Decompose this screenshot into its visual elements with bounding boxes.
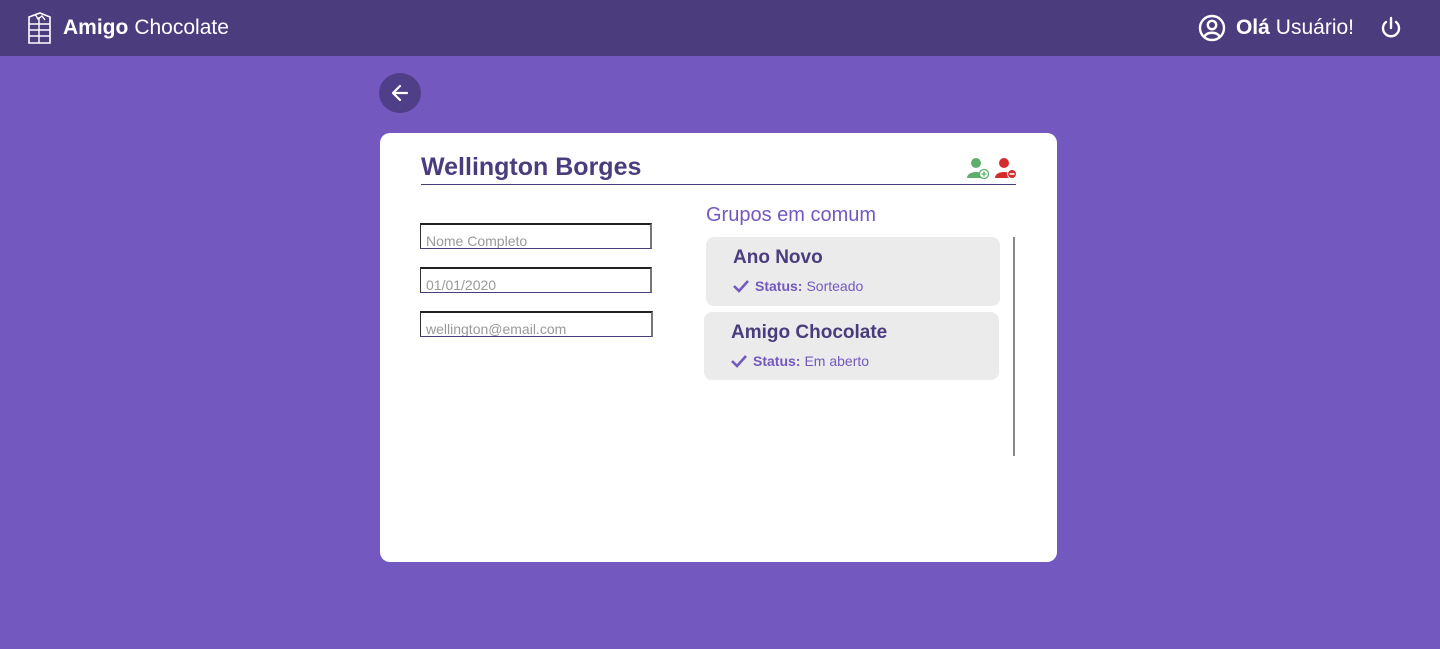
brand-bold: Amigo xyxy=(63,16,129,39)
group-card-amigo-chocolate[interactable]: Amigo Chocolate Status: Em aberto xyxy=(704,312,999,380)
chocolate-bar-icon xyxy=(28,12,51,44)
groups-list[interactable]: Ano Novo Status: Sorteado Amigo Chocolat… xyxy=(704,237,1015,456)
birthdate-field[interactable] xyxy=(420,267,652,293)
status-label: Status: xyxy=(755,278,803,294)
top-bar: Amigo Chocolate Olá Usuário! xyxy=(0,0,1440,56)
status-value: Sorteado xyxy=(806,278,864,294)
greeting-name: Usuário! xyxy=(1275,16,1354,39)
full-name-field[interactable] xyxy=(420,223,652,249)
group-status: Status: Em aberto xyxy=(731,353,869,369)
user-greeting[interactable]: Olá Usuário! xyxy=(1198,12,1354,44)
check-icon xyxy=(731,355,747,368)
user-circle-icon xyxy=(1198,14,1226,42)
profile-header: Wellington Borges xyxy=(421,151,1017,185)
profile-name: Wellington Borges xyxy=(421,153,642,181)
group-name: Ano Novo xyxy=(733,247,823,268)
check-icon xyxy=(733,280,749,293)
status-value: Em aberto xyxy=(804,353,870,369)
email-field[interactable] xyxy=(420,311,653,337)
remove-friend-icon[interactable] xyxy=(995,157,1017,179)
profile-card: Wellington Borges Grupos em comum Ano No… xyxy=(380,133,1057,562)
power-icon[interactable] xyxy=(1380,16,1402,40)
group-status: Status: Sorteado xyxy=(733,278,863,294)
brand[interactable]: Amigo Chocolate xyxy=(26,10,229,46)
add-friend-icon[interactable] xyxy=(967,157,989,179)
brand-light: Chocolate xyxy=(134,16,229,39)
group-card-ano-novo[interactable]: Ano Novo Status: Sorteado xyxy=(706,237,1000,306)
groups-title: Grupos em comum xyxy=(706,204,877,226)
group-name: Amigo Chocolate xyxy=(731,322,888,343)
greeting-bold: Olá xyxy=(1235,16,1270,39)
status-label: Status: xyxy=(753,353,801,369)
arrow-left-icon xyxy=(391,84,409,102)
back-button[interactable] xyxy=(379,73,421,113)
